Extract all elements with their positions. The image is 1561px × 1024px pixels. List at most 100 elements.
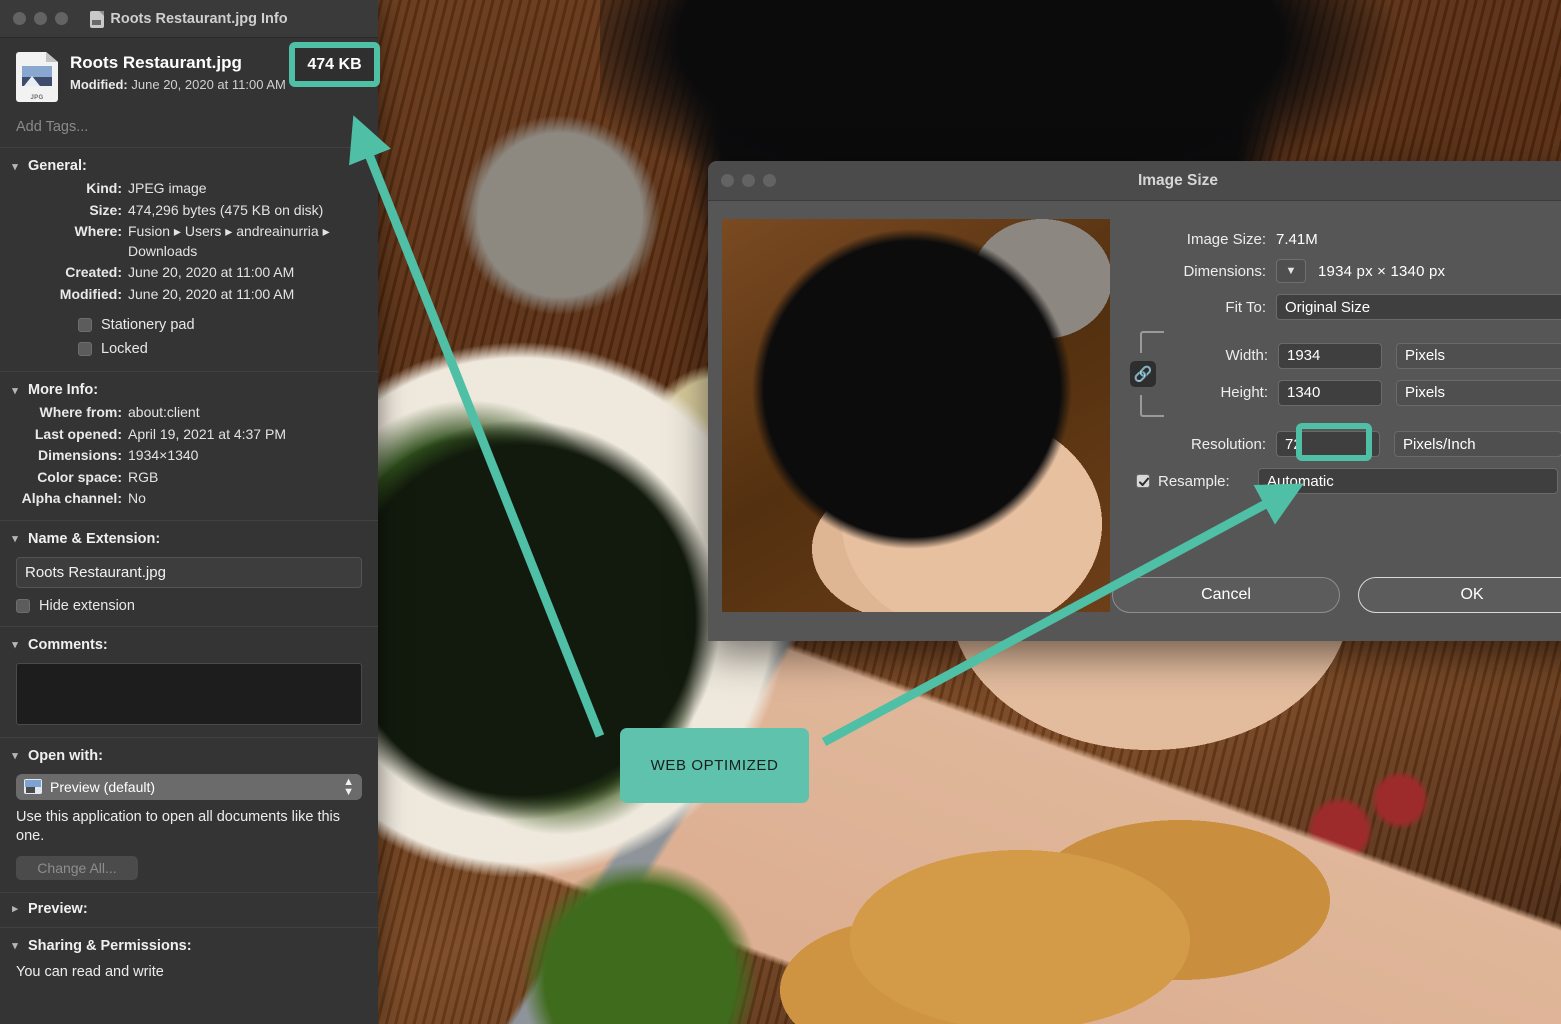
jpeg-file-icon: JPG xyxy=(16,52,58,102)
file-size-highlight: 474 KB xyxy=(289,42,380,87)
stationery-pad-row[interactable]: Stationery pad xyxy=(0,313,378,337)
image-size-label: Image Size: xyxy=(1186,231,1266,248)
where-value: Fusion ▸ Users ▸ andreainurria ▸ Downloa… xyxy=(128,223,330,259)
cancel-button[interactable]: Cancel xyxy=(1112,577,1340,613)
chevron-right-icon: ▸ xyxy=(12,903,18,915)
resample-select[interactable]: Automatic xyxy=(1258,468,1558,494)
kind-value: JPEG image xyxy=(128,180,207,196)
row-where-from: Where from: about:client xyxy=(0,402,378,424)
fit-to-select[interactable]: Original Size xyxy=(1276,294,1561,320)
screenshot-root: Roots Restaurant.jpg Info JPG Roots Rest… xyxy=(0,0,1561,1024)
open-with-select[interactable]: Preview (default) ▲ ▼ xyxy=(16,773,362,800)
close-button[interactable] xyxy=(13,12,26,25)
width-input[interactable]: 1934 xyxy=(1278,342,1382,369)
section-name-extension: ▾ Name & Extension: Roots Restaurant.jpg… xyxy=(0,521,378,627)
file-size-badge: 474 KB xyxy=(307,55,362,73)
chevron-updown-icon[interactable]: ▲ ▼ xyxy=(343,776,354,797)
add-tags-input[interactable]: Add Tags... xyxy=(0,110,378,148)
aspect-ratio-link-group: 🔗 xyxy=(1126,331,1164,417)
row-size: Size: 474,296 bytes (475 KB on disk) xyxy=(0,200,378,222)
size-label: Size: xyxy=(89,201,122,218)
chain-link-icon[interactable]: 🔗 xyxy=(1130,361,1156,387)
resample-label: Resample: xyxy=(1158,472,1230,490)
width-unit-select[interactable]: Pixels xyxy=(1396,342,1561,369)
file-modified-value: June 20, 2020 at 11:00 AM xyxy=(131,77,286,93)
row-resample: Resample: Automatic xyxy=(1126,468,1561,494)
file-icon-extension-label: JPG xyxy=(30,95,44,101)
dimensions-label: Dimensions: xyxy=(37,447,122,463)
dialog-fields: Image Size: 7.41M Dimensions: ▼ 1934 px … xyxy=(1110,219,1561,612)
info-window-title: Roots Restaurant.jpg Info xyxy=(110,11,288,27)
hide-extension-row[interactable]: Hide extension xyxy=(0,590,378,616)
dialog-body: Image Size: 7.41M Dimensions: ▼ 1934 px … xyxy=(708,201,1561,612)
ok-button[interactable]: OK xyxy=(1358,577,1561,613)
section-preview: ▸ Preview: xyxy=(0,893,378,928)
row-dimensions: Dimensions: 1934×1340 xyxy=(0,445,378,467)
height-label: Height: xyxy=(1220,384,1268,401)
permissions-note: You can read and write xyxy=(16,963,164,980)
width-label: Width: xyxy=(1225,347,1268,364)
comments-disclosure[interactable]: ▾ Comments: xyxy=(0,635,378,657)
modified-label: Modified: xyxy=(59,285,122,302)
resolution-unit-select[interactable]: Pixels/Inch xyxy=(1394,431,1561,457)
row-created: Created: June 20, 2020 at 11:00 AM xyxy=(0,262,378,284)
link-bracket-top xyxy=(1140,331,1164,353)
section-open-with: ▾ Open with: Preview (default) ▲ ▼ Use th… xyxy=(0,738,378,893)
row-width: Width: 1934 Pixels xyxy=(1166,342,1561,369)
dialog-title: Image Size xyxy=(1137,172,1219,189)
where-from-value: about:client xyxy=(128,404,200,420)
row-alpha-channel: Alpha channel: No xyxy=(0,488,378,510)
section-comments: ▾ Comments: xyxy=(0,627,378,738)
chevron-down-icon[interactable]: ▼ xyxy=(1276,259,1306,283)
preview-disclosure[interactable]: ▸ Preview: xyxy=(0,899,378,921)
dialog-button-bar: Cancel OK xyxy=(708,563,1561,641)
dimensions-label: Dimensions: xyxy=(1183,262,1266,280)
get-info-window: Roots Restaurant.jpg Info JPG Roots Rest… xyxy=(0,0,378,1024)
dimensions-value: 1934×1340 xyxy=(128,447,199,463)
resample-checkbox[interactable] xyxy=(1136,474,1150,488)
file-name-input[interactable]: Roots Restaurant.jpg xyxy=(16,556,362,588)
row-where: Where: Fusion ▸ Users ▸ andreainurria ▸ … xyxy=(0,221,378,262)
chevron-down-icon: ▾ xyxy=(12,160,18,173)
comments-textarea[interactable] xyxy=(16,662,362,725)
hide-extension-checkbox[interactable] xyxy=(16,598,30,613)
locked-checkbox[interactable] xyxy=(78,342,92,356)
row-image-size: Image Size: 7.41M xyxy=(1126,231,1561,248)
row-fit-to: Fit To: Original Size xyxy=(1126,294,1561,320)
preview-heading: Preview: xyxy=(28,900,88,917)
row-modified: Modified: June 20, 2020 at 11:00 AM xyxy=(0,284,378,306)
row-last-opened: Last opened: April 19, 2021 at 4:37 PM xyxy=(0,424,378,446)
dialog-titlebar[interactable]: Image Size xyxy=(708,161,1561,201)
last-opened-value: April 19, 2021 at 4:37 PM xyxy=(128,425,286,442)
image-size-value: 7.41M xyxy=(1276,231,1318,248)
chevron-down-icon: ▾ xyxy=(12,384,18,397)
more-info-disclosure[interactable]: ▾ More Info: xyxy=(0,380,378,402)
size-value: 474,296 bytes (475 KB on disk) xyxy=(128,201,324,218)
created-value: June 20, 2020 at 11:00 AM xyxy=(128,264,295,280)
general-disclosure[interactable]: ▾ General: xyxy=(0,156,378,178)
created-label: Created: xyxy=(65,264,122,280)
chevron-down-icon: ▾ xyxy=(12,750,18,762)
where-from-label: Where from: xyxy=(39,404,122,420)
sharing-disclosure[interactable]: ▾ Sharing & Permissions: xyxy=(0,936,378,958)
info-window-titlebar[interactable]: Roots Restaurant.jpg Info xyxy=(0,0,378,38)
row-kind: Kind: JPEG image xyxy=(0,178,378,200)
name-extension-heading: Name & Extension: xyxy=(28,530,161,547)
hide-extension-label: Hide extension xyxy=(39,597,135,614)
zoom-button[interactable] xyxy=(55,12,68,25)
resolution-label: Resolution: xyxy=(1190,435,1266,453)
open-with-note: Use this application to open all documen… xyxy=(16,808,341,844)
fit-to-label: Fit To: xyxy=(1225,298,1266,316)
open-with-disclosure[interactable]: ▾ Open with: xyxy=(0,746,378,768)
chevron-down-icon: ▾ xyxy=(12,940,18,952)
height-unit-select[interactable]: Pixels xyxy=(1396,379,1561,406)
image-preview-thumbnail xyxy=(722,219,1110,612)
color-space-value: RGB xyxy=(128,468,159,485)
minimize-button[interactable] xyxy=(34,12,47,25)
height-input[interactable]: 1340 xyxy=(1278,379,1382,406)
name-extension-disclosure[interactable]: ▾ Name & Extension: xyxy=(0,529,378,551)
window-traffic-lights[interactable] xyxy=(0,12,68,25)
locked-row[interactable]: Locked xyxy=(0,337,378,361)
stationery-pad-checkbox[interactable] xyxy=(78,318,92,332)
change-all-button[interactable]: Change All... xyxy=(16,855,138,880)
